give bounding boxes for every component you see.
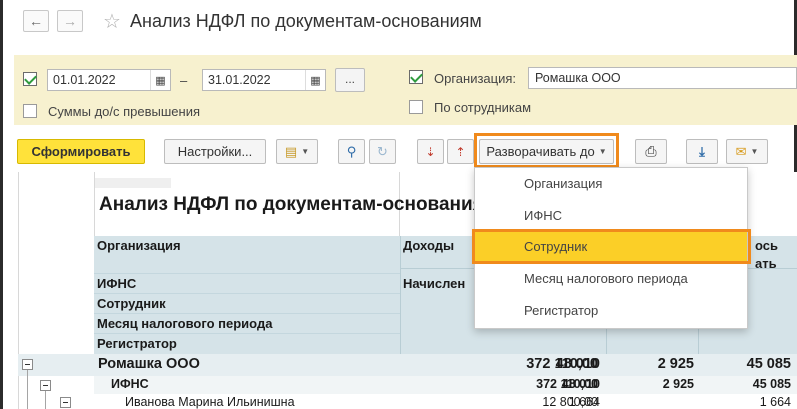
organization-checkbox[interactable] <box>409 70 423 84</box>
cancel-search-icon: ↻ <box>377 143 388 159</box>
header-ifns: ИФНС <box>97 276 137 291</box>
date-from-value: 01.01.2022 <box>53 73 116 87</box>
cell-value: 1 664 <box>568 395 600 409</box>
chevron-down-icon: ▼ <box>598 147 607 156</box>
folder-icon: ▤ <box>284 143 298 159</box>
selected-item-highlight <box>472 229 751 264</box>
collapse-button[interactable]: ⇣ <box>417 139 444 164</box>
window-left-border <box>0 0 3 409</box>
header-col5-top: ось <box>755 238 778 253</box>
period-select-button[interactable]: ... <box>335 68 365 92</box>
page-title: Анализ НДФЛ по документам-основаниям <box>130 11 482 31</box>
collapse-icon: ⇣ <box>425 144 436 159</box>
expand-to-label: Разворачивать до <box>486 144 595 159</box>
tree-line <box>27 370 28 409</box>
header-employee: Сотрудник <box>97 296 166 311</box>
search-button[interactable]: ⚲ <box>338 139 365 164</box>
favorite-star-icon[interactable]: ☆ <box>103 9 121 34</box>
header-income: Доходы <box>403 238 455 253</box>
cell-value: 48 010 <box>555 356 600 372</box>
tree-line <box>45 391 46 409</box>
search-icon: ⚲ <box>346 143 357 159</box>
header-vline <box>400 236 401 354</box>
back-button[interactable]: ← <box>23 10 49 32</box>
expand-icon: ⇡ <box>455 144 466 159</box>
header-accrued: Начислен <box>403 276 466 291</box>
date-to-value: 31.01.2022 <box>208 73 271 87</box>
period-checkbox[interactable] <box>23 72 37 86</box>
tree-collapse-icon[interactable] <box>60 397 71 408</box>
download-icon: ⤓ <box>699 143 705 159</box>
expand-button[interactable]: ⇡ <box>447 139 474 164</box>
menu-item-ifns[interactable]: ИФНС <box>475 201 747 231</box>
row-label: ИФНС <box>111 377 149 391</box>
generate-button[interactable]: Сформировать <box>17 139 145 164</box>
cell-value: 2 925 <box>662 377 694 391</box>
cell-value: 2 925 <box>657 356 694 372</box>
forward-arrow-icon: → <box>63 13 77 29</box>
organization-value: Ромашка ООО <box>535 71 621 85</box>
cancel-search-button[interactable]: ↻ <box>369 139 396 164</box>
report-title: Анализ НДФЛ по документам-основаниям <box>99 194 498 215</box>
row-label: Иванова Марина Ильинишна <box>125 395 295 409</box>
tree-collapse-icon[interactable] <box>22 359 33 370</box>
forward-button[interactable]: → <box>57 10 83 32</box>
header-month: Месяц налогового периода <box>97 316 273 331</box>
tree-collapse-icon[interactable] <box>40 380 51 391</box>
settings-button[interactable]: Настройки... <box>164 139 266 164</box>
by-employees-label: По сотрудникам <box>434 100 532 115</box>
back-arrow-icon: ← <box>29 13 43 29</box>
variants-button[interactable]: ▤ ▼ <box>276 139 318 164</box>
menu-item-registrar[interactable]: Регистратор <box>475 296 747 326</box>
by-employees-checkbox[interactable] <box>409 100 423 114</box>
calendar-icon[interactable]: ▦ <box>305 70 325 90</box>
header-divider <box>94 333 400 334</box>
printer-icon: ⎙ <box>645 143 657 159</box>
cell-value: 45 085 <box>746 356 791 372</box>
chevron-down-icon: ▼ <box>301 147 310 156</box>
header-divider <box>94 293 400 294</box>
organization-field[interactable]: Ромашка ООО <box>528 67 797 89</box>
organization-label: Организация: <box>434 71 517 86</box>
calendar-icon[interactable]: ▦ <box>150 70 170 90</box>
expand-to-button[interactable]: Разворачивать до ▼ <box>479 139 614 164</box>
header-divider <box>94 273 400 274</box>
cell-value: 1 664 <box>759 395 791 409</box>
cell-value: 45 085 <box>752 377 791 391</box>
header-divider <box>94 313 400 314</box>
print-button[interactable]: ⎙ <box>635 139 667 164</box>
save-button[interactable]: ⤓ <box>686 139 718 164</box>
cell-value: 48 010 <box>561 377 600 391</box>
header-registrar: Регистратор <box>97 336 177 351</box>
send-email-button[interactable]: ✉ ▼ <box>726 139 768 164</box>
sums-label: Суммы до/с превышения <box>48 104 201 119</box>
menu-item-tax-month[interactable]: Месяц налогового периода <box>475 264 747 294</box>
date-dash: – <box>180 73 188 88</box>
chevron-down-icon: ▼ <box>750 147 759 156</box>
row-label: Ромашка ООО <box>98 356 200 372</box>
envelope-icon: ✉ <box>735 143 747 159</box>
header-organization: Организация <box>97 238 181 253</box>
sums-checkbox[interactable] <box>23 104 37 118</box>
menu-item-organization[interactable]: Организация <box>475 169 747 199</box>
report-title-strip <box>95 178 171 188</box>
header-col5-bottom: ать <box>755 256 777 271</box>
